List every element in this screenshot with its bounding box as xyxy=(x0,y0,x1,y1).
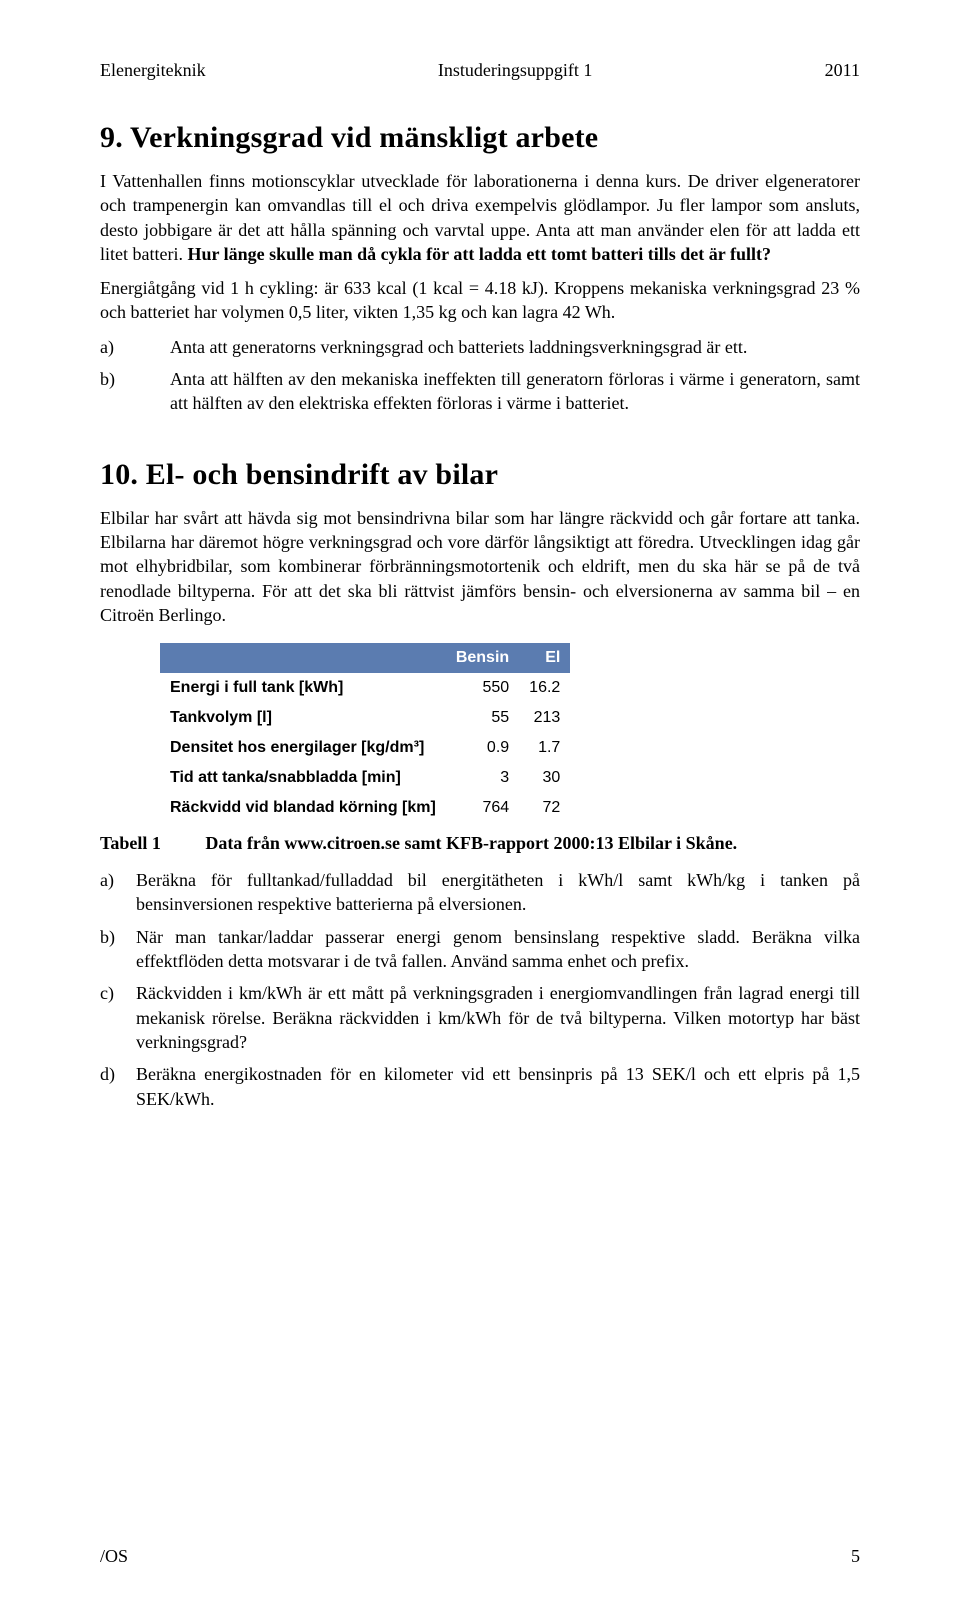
table-cell: 764 xyxy=(446,793,519,823)
list-item-text: Räckvidden i km/kWh är ett mått på verkn… xyxy=(136,981,860,1054)
list-item-marker: a) xyxy=(100,335,170,359)
section-10-paragraph-1: Elbilar har svårt att hävda sig mot bens… xyxy=(100,506,860,627)
table-cell: 0.9 xyxy=(446,733,519,763)
list-item-text: Anta att generatorns verkningsgrad och b… xyxy=(170,335,860,359)
table-row-label: Densitet hos energilager [kg/dm³] xyxy=(160,733,446,763)
section-9-paragraph-1: I Vattenhallen finns motionscyklar utvec… xyxy=(100,169,860,266)
table-caption-text: Data från www.citroen.se samt KFB-rappor… xyxy=(205,833,737,853)
list-item-marker: a) xyxy=(100,868,136,917)
table-row: Tid att tanka/snabbladda [min] 3 30 xyxy=(160,763,570,793)
table-cell: 30 xyxy=(519,763,570,793)
footer-page-number: 5 xyxy=(851,1546,860,1567)
table-header-blank xyxy=(160,643,446,673)
list-item: b) När man tankar/laddar passerar energi… xyxy=(100,925,860,974)
table-row: Energi i full tank [kWh] 550 16.2 xyxy=(160,673,570,703)
list-item-marker: c) xyxy=(100,981,136,1054)
table-cell: 3 xyxy=(446,763,519,793)
table-row-label: Räckvidd vid blandad körning [km] xyxy=(160,793,446,823)
page: Elenergiteknik Instuderingsuppgift 1 201… xyxy=(0,0,960,1597)
list-item: a) Anta att generatorns verkningsgrad oc… xyxy=(100,335,860,359)
table-row-label: Energi i full tank [kWh] xyxy=(160,673,446,703)
table-cell: 1.7 xyxy=(519,733,570,763)
list-item: c) Räckvidden i km/kWh är ett mått på ve… xyxy=(100,981,860,1054)
table-cell: 550 xyxy=(446,673,519,703)
table-cell: 16.2 xyxy=(519,673,570,703)
section-9-p1-question: Hur länge skulle man då cykla för att la… xyxy=(187,244,770,264)
table-header-el: El xyxy=(519,643,570,673)
data-table-wrap: Bensin El Energi i full tank [kWh] 550 1… xyxy=(160,643,860,823)
header-right: 2011 xyxy=(825,60,860,81)
section-9-paragraph-2: Energiåtgång vid 1 h cykling: är 633 kca… xyxy=(100,276,860,325)
list-item-text: Beräkna för fulltankad/fulladdad bil ene… xyxy=(136,868,860,917)
table-cell: 213 xyxy=(519,703,570,733)
table-caption: Tabell 1 Data från www.citroen.se samt K… xyxy=(100,833,860,854)
list-item-text: Anta att hälften av den mekaniska ineffe… xyxy=(170,367,860,416)
list-item-text: När man tankar/laddar passerar energi ge… xyxy=(136,925,860,974)
table-caption-label: Tabell 1 xyxy=(100,833,161,853)
list-item-marker: b) xyxy=(100,925,136,974)
list-item: d) Beräkna energikostnaden för en kilome… xyxy=(100,1062,860,1111)
page-header: Elenergiteknik Instuderingsuppgift 1 201… xyxy=(100,60,860,81)
table-row-label: Tid att tanka/snabbladda [min] xyxy=(160,763,446,793)
table-row: Tankvolym [l] 55 213 xyxy=(160,703,570,733)
table-header-row: Bensin El xyxy=(160,643,570,673)
section-10-list: a) Beräkna för fulltankad/fulladdad bil … xyxy=(100,868,860,1111)
list-item-marker: b) xyxy=(100,367,170,416)
table-row: Räckvidd vid blandad körning [km] 764 72 xyxy=(160,793,570,823)
header-center: Instuderingsuppgift 1 xyxy=(438,60,593,81)
table-row-label: Tankvolym [l] xyxy=(160,703,446,733)
section-10-title: 10. El- och bensindrift av bilar xyxy=(100,458,860,492)
data-table: Bensin El Energi i full tank [kWh] 550 1… xyxy=(160,643,570,823)
table-row: Densitet hos energilager [kg/dm³] 0.9 1.… xyxy=(160,733,570,763)
footer-left: /OS xyxy=(100,1546,128,1567)
page-footer: /OS 5 xyxy=(100,1546,860,1567)
header-left: Elenergiteknik xyxy=(100,60,206,81)
list-item-marker: d) xyxy=(100,1062,136,1111)
section-9-title: 9. Verkningsgrad vid mänskligt arbete xyxy=(100,121,860,155)
table-header-bensin: Bensin xyxy=(446,643,519,673)
table-cell: 72 xyxy=(519,793,570,823)
table-cell: 55 xyxy=(446,703,519,733)
section-9-list: a) Anta att generatorns verkningsgrad oc… xyxy=(100,335,860,416)
list-item: a) Beräkna för fulltankad/fulladdad bil … xyxy=(100,868,860,917)
list-item-text: Beräkna energikostnaden för en kilometer… xyxy=(136,1062,860,1111)
list-item: b) Anta att hälften av den mekaniska ine… xyxy=(100,367,860,416)
